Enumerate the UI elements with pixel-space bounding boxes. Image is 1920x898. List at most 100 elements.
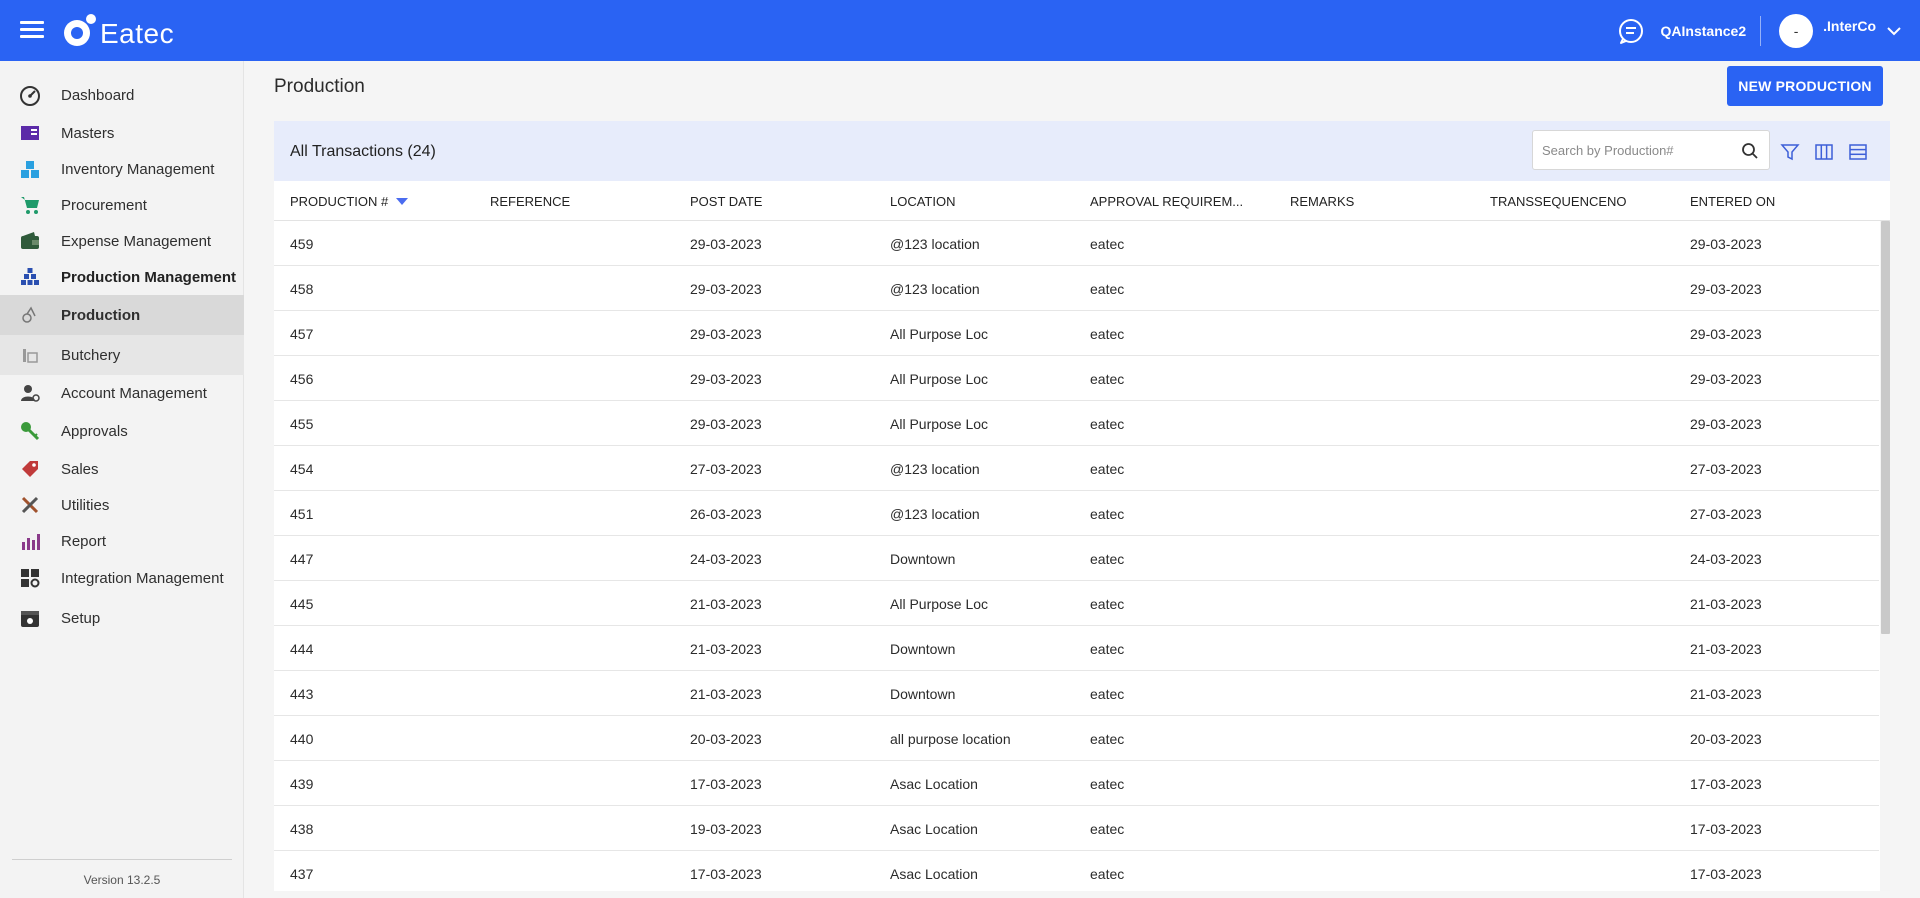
sidebar-item-label: Setup bbox=[61, 609, 101, 627]
approval-cell: eatec bbox=[1090, 551, 1125, 567]
post-date-cell: 24-03-2023 bbox=[690, 551, 762, 567]
production-cell: 454 bbox=[290, 461, 314, 477]
sidebar-item-report[interactable]: Report bbox=[0, 523, 244, 559]
key-icon bbox=[21, 422, 40, 441]
table-row[interactable]: 456 29-03-2023 All Purpose Loc eatec 29-03-2… bbox=[274, 356, 1879, 401]
table-row[interactable]: 447 24-03-2023 Downtown eatec 24-03-2023 bbox=[274, 536, 1879, 581]
entered-on-cell: 21-03-2023 bbox=[1690, 686, 1762, 702]
sidebar-item-label: Procurement bbox=[61, 196, 147, 214]
sidebar-item-integration-management[interactable]: Integration Management bbox=[0, 560, 244, 596]
table-row[interactable]: 438 19-03-2023 Asac Location eatec 17-03-202… bbox=[274, 806, 1879, 851]
instance-name[interactable]: QAInstance2 bbox=[1661, 23, 1747, 39]
entered-on-cell: 17-03-2023 bbox=[1690, 821, 1762, 837]
version-label: Version 13.2.5 bbox=[83, 873, 161, 887]
table-body: 459 29-03-2023 @123 location eatec 29-03-202… bbox=[274, 221, 1879, 891]
table-row[interactable]: 445 21-03-2023 All Purpose Loc eatec 21-03-2… bbox=[274, 581, 1879, 626]
sidebar-divider bbox=[12, 859, 232, 860]
sidebar-item-butchery[interactable]: Butchery bbox=[0, 335, 244, 375]
location-cell: Asac Location bbox=[890, 866, 978, 882]
column-header-production[interactable]: PRODUCTION # bbox=[290, 194, 409, 209]
table-row[interactable]: 444 21-03-2023 Downtown eatec 21-03-2023 bbox=[274, 626, 1879, 671]
approval-cell: eatec bbox=[1090, 686, 1125, 702]
sidebar-item-label: Dashboard bbox=[61, 86, 135, 104]
production-cell: 447 bbox=[290, 551, 314, 567]
masters-icon bbox=[21, 126, 39, 140]
production-cell: 438 bbox=[290, 821, 314, 837]
search-input[interactable] bbox=[1542, 140, 1732, 160]
page-title: Production bbox=[274, 76, 365, 97]
column-header-entered-on[interactable]: ENTERED ON bbox=[1690, 194, 1775, 209]
table-row[interactable]: 457 29-03-2023 All Purpose Loc eatec 29-03-2… bbox=[274, 311, 1879, 356]
column-header-remarks[interactable]: REMARKS bbox=[1290, 194, 1354, 209]
table-row[interactable]: 459 29-03-2023 @123 location eatec 29-03-202… bbox=[274, 221, 1879, 266]
production-sub-icon bbox=[22, 306, 36, 323]
density-icon[interactable] bbox=[1848, 142, 1868, 162]
sidebar-item-label: Expense Management bbox=[61, 232, 212, 250]
table-row[interactable]: 458 29-03-2023 @123 location eatec 29-03-202… bbox=[274, 266, 1879, 311]
column-header-approval[interactable]: APPROVAL REQUIREM... bbox=[1090, 194, 1243, 209]
location-cell: All Purpose Loc bbox=[890, 596, 989, 612]
chevron-down-icon[interactable] bbox=[1886, 23, 1902, 39]
chat-icon[interactable] bbox=[1617, 17, 1645, 45]
table-row[interactable]: 443 21-03-2023 Downtown eatec 21-03-2023 bbox=[274, 671, 1879, 716]
location-cell: @123 location bbox=[890, 506, 980, 522]
filter-icon[interactable] bbox=[1780, 142, 1800, 162]
logo[interactable]: Eatec bbox=[62, 12, 174, 50]
entered-on-cell: 29-03-2023 bbox=[1690, 281, 1762, 297]
entered-on-cell: 20-03-2023 bbox=[1690, 731, 1762, 747]
approval-cell: eatec bbox=[1090, 416, 1125, 432]
column-header-transsequenceno[interactable]: TRANSSEQUENCENO bbox=[1490, 194, 1627, 209]
scrollbar-thumb[interactable] bbox=[1881, 221, 1890, 634]
transactions-panel: All Transactions (24) PRODUCTION # REFER… bbox=[274, 121, 1890, 891]
sidebar-item-dashboard[interactable]: Dashboard bbox=[0, 77, 244, 113]
sidebar-item-procurement[interactable]: Procurement bbox=[0, 187, 244, 223]
sidebar-item-setup[interactable]: Setup bbox=[0, 600, 244, 636]
column-header-reference[interactable]: REFERENCE bbox=[490, 194, 570, 209]
location-cell: Downtown bbox=[890, 641, 956, 657]
sidebar-item-production[interactable]: Production bbox=[0, 295, 244, 335]
user-name[interactable]: .InterCo bbox=[1823, 18, 1876, 34]
column-header-post-date[interactable]: POST DATE bbox=[690, 194, 762, 209]
column-header-location[interactable]: LOCATION bbox=[890, 194, 956, 209]
header-divider bbox=[1760, 15, 1762, 46]
search-box[interactable] bbox=[1532, 130, 1770, 170]
sidebar-item-approvals[interactable]: Approvals bbox=[0, 413, 244, 449]
search-icon[interactable] bbox=[1741, 142, 1759, 160]
sidebar-item-account-management[interactable]: Account Management bbox=[0, 375, 244, 411]
sidebar-item-sales[interactable]: Sales bbox=[0, 451, 244, 487]
production-cell: 444 bbox=[290, 641, 314, 657]
table-row[interactable]: 440 20-03-2023 all purpose location eatec 20… bbox=[274, 716, 1879, 761]
sidebar-item-masters[interactable]: Masters bbox=[0, 115, 244, 151]
new-production-button[interactable]: NEW PRODUCTION bbox=[1727, 66, 1883, 106]
hamburger-menu-icon[interactable] bbox=[20, 18, 44, 42]
location-cell: @123 location bbox=[890, 281, 980, 297]
table-row[interactable]: 455 29-03-2023 All Purpose Loc eatec 29-03-2… bbox=[274, 401, 1879, 446]
production-cell: 455 bbox=[290, 416, 314, 432]
approval-cell: eatec bbox=[1090, 596, 1125, 612]
sidebar-item-inventory-management[interactable]: Inventory Management bbox=[0, 151, 244, 187]
sidebar-item-production-management[interactable]: Production Management bbox=[0, 259, 244, 295]
dashboard-icon bbox=[20, 86, 40, 106]
tools-icon bbox=[21, 496, 39, 514]
location-cell: All Purpose Loc bbox=[890, 326, 989, 342]
entered-on-cell: 27-03-2023 bbox=[1690, 461, 1762, 477]
post-date-cell: 29-03-2023 bbox=[690, 281, 762, 297]
account-icon bbox=[21, 385, 40, 402]
table-row[interactable]: 454 27-03-2023 @123 location eatec 27-03-202… bbox=[274, 446, 1879, 491]
sort-desc-icon[interactable] bbox=[396, 198, 409, 205]
sidebar-item-utilities[interactable]: Utilities bbox=[0, 487, 244, 523]
location-cell: All Purpose Loc bbox=[890, 371, 989, 387]
location-cell: Downtown bbox=[890, 686, 956, 702]
integration-icon bbox=[21, 569, 40, 588]
location-cell: Asac Location bbox=[890, 821, 978, 837]
entered-on-cell: 29-03-2023 bbox=[1690, 326, 1762, 342]
table-row[interactable]: 451 26-03-2023 @123 location eatec 27-03-202… bbox=[274, 491, 1879, 536]
avatar[interactable]: - bbox=[1779, 13, 1814, 48]
post-date-cell: 17-03-2023 bbox=[690, 866, 762, 882]
sidebar-item-expense-management[interactable]: Expense Management bbox=[0, 223, 244, 259]
entered-on-cell: 29-03-2023 bbox=[1690, 416, 1762, 432]
table-row[interactable]: 437 17-03-2023 Asac Location eatec 17-03-202… bbox=[274, 851, 1879, 891]
table-row[interactable]: 439 17-03-2023 Asac Location eatec 17-03-202… bbox=[274, 761, 1879, 806]
inventory-icon bbox=[21, 161, 39, 178]
columns-icon[interactable] bbox=[1814, 142, 1834, 162]
